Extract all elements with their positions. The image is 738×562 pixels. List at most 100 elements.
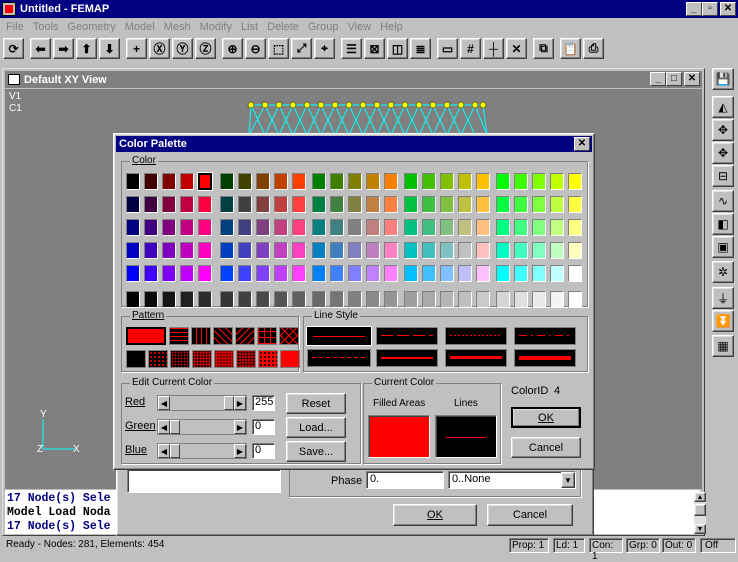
color-swatch[interactable]	[274, 265, 288, 282]
pattern-dots-8[interactable]	[280, 350, 300, 368]
line-style-dot[interactable]	[445, 327, 507, 345]
color-swatch[interactable]	[238, 196, 252, 213]
color-swatch[interactable]	[292, 173, 306, 190]
color-swatch[interactable]	[198, 265, 212, 282]
minimize-icon[interactable]: _	[686, 2, 702, 16]
color-swatch[interactable]	[220, 173, 234, 190]
color-swatch[interactable]	[126, 196, 140, 213]
color-swatch[interactable]	[312, 265, 326, 282]
color-swatch[interactable]	[496, 291, 510, 308]
color-swatch[interactable]	[348, 265, 362, 282]
pattern-dots-7[interactable]	[258, 350, 278, 368]
color-swatch[interactable]	[126, 242, 140, 259]
color-swatch[interactable]	[162, 242, 176, 259]
color-swatch[interactable]	[496, 219, 510, 236]
solid-block-icon[interactable]: ▣	[712, 236, 734, 258]
color-swatch[interactable]	[220, 219, 234, 236]
chevron-down-icon[interactable]: ▼	[561, 472, 575, 488]
color-swatch[interactable]	[366, 291, 380, 308]
color-swatch[interactable]	[180, 291, 194, 308]
pattern-dots-1[interactable]	[126, 350, 146, 368]
color-swatch[interactable]	[568, 219, 582, 236]
line-style-thick-1[interactable]	[376, 349, 438, 367]
prev-icon[interactable]: ⬅	[30, 38, 51, 59]
view-maximize-icon[interactable]: □	[666, 72, 682, 86]
color-swatch[interactable]	[348, 242, 362, 259]
next-icon[interactable]: ➡	[53, 38, 74, 59]
color-swatch[interactable]	[476, 173, 490, 190]
mesh-icon[interactable]: ✲	[712, 261, 734, 283]
color-swatch[interactable]	[440, 196, 454, 213]
pattern-dots-4[interactable]	[192, 350, 212, 368]
print-icon[interactable]: ⎙	[583, 38, 604, 59]
color-swatch[interactable]	[144, 265, 158, 282]
pattern-solid[interactable]	[126, 327, 166, 345]
line-style-dashdot[interactable]	[514, 327, 576, 345]
pattern-grid[interactable]	[257, 327, 277, 345]
color-swatch[interactable]	[532, 219, 546, 236]
color-swatch[interactable]	[384, 219, 398, 236]
color-swatch[interactable]	[458, 219, 472, 236]
line-style-thick-3[interactable]	[514, 349, 576, 367]
color-swatch[interactable]	[312, 219, 326, 236]
color-swatch[interactable]	[568, 196, 582, 213]
color-swatch[interactable]	[514, 219, 528, 236]
color-swatch[interactable]	[440, 291, 454, 308]
color-swatch[interactable]	[292, 291, 306, 308]
grid-icon[interactable]: #	[460, 38, 481, 59]
blue-slider[interactable]: ◀ ▶	[157, 443, 247, 459]
color-swatch[interactable]	[496, 196, 510, 213]
color-swatch[interactable]	[238, 265, 252, 282]
menu-geometry[interactable]: Geometry	[67, 21, 115, 33]
color-swatch[interactable]	[238, 242, 252, 259]
status-load[interactable]: Ld: 1	[553, 538, 585, 553]
color-swatch[interactable]	[180, 265, 194, 282]
color-swatch[interactable]	[274, 219, 288, 236]
color-swatch[interactable]	[384, 291, 398, 308]
line-style-thick-2[interactable]	[445, 349, 507, 367]
color-swatch[interactable]	[348, 173, 362, 190]
green-input[interactable]: 0	[252, 419, 275, 435]
color-swatch[interactable]	[180, 242, 194, 259]
line-style-solid[interactable]	[307, 327, 371, 345]
color-swatch[interactable]	[292, 196, 306, 213]
close-icon[interactable]: ✕	[720, 2, 736, 16]
paste-icon[interactable]: 📋	[560, 38, 581, 59]
color-swatch[interactable]	[292, 242, 306, 259]
pattern-dots-5[interactable]	[214, 350, 234, 368]
color-swatch[interactable]	[292, 265, 306, 282]
color-swatch[interactable]	[514, 291, 528, 308]
rotate-y-icon[interactable]: Ⓨ	[172, 38, 193, 59]
menu-file[interactable]: File	[6, 21, 24, 33]
color-swatch[interactable]	[458, 265, 472, 282]
color-swatch[interactable]	[274, 196, 288, 213]
color-swatch[interactable]	[458, 291, 472, 308]
color-swatch[interactable]	[144, 242, 158, 259]
pattern-dots-2[interactable]	[148, 350, 168, 368]
layers-icon[interactable]: ≣	[410, 38, 431, 59]
back-cancel-button[interactable]: Cancel	[487, 504, 573, 526]
color-swatch[interactable]	[330, 173, 344, 190]
color-swatch[interactable]	[144, 219, 158, 236]
color-swatch[interactable]	[550, 196, 564, 213]
status-prop[interactable]: Prop: 1	[509, 538, 549, 553]
move-icon[interactable]: ✥	[712, 119, 734, 141]
up-icon[interactable]: ⬆	[76, 38, 97, 59]
color-swatch[interactable]	[162, 196, 176, 213]
green-slider[interactable]: ◀ ▶	[157, 419, 247, 435]
color-swatch[interactable]	[422, 219, 436, 236]
load-button[interactable]: Load...	[286, 417, 346, 438]
color-swatch[interactable]	[126, 265, 140, 282]
color-swatch[interactable]	[514, 265, 528, 282]
color-swatch[interactable]	[220, 196, 234, 213]
color-swatch[interactable]	[476, 265, 490, 282]
color-swatch[interactable]	[162, 173, 176, 190]
color-swatch[interactable]	[384, 265, 398, 282]
color-swatch[interactable]	[126, 219, 140, 236]
color-swatch[interactable]	[198, 173, 212, 190]
down-icon[interactable]: ⬇	[99, 38, 120, 59]
color-swatch[interactable]	[422, 242, 436, 259]
color-swatch[interactable]	[256, 265, 270, 282]
color-swatch[interactable]	[568, 265, 582, 282]
color-swatch[interactable]	[404, 173, 418, 190]
